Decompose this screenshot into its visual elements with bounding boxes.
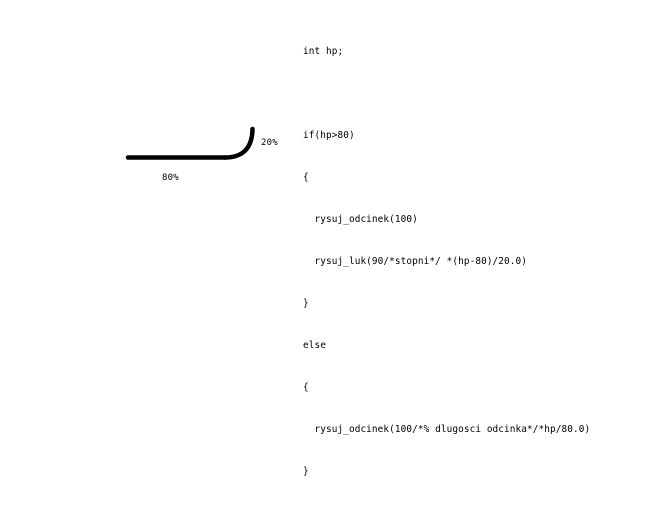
arc-share-label: 20% bbox=[261, 138, 278, 148]
line-share-label: 80% bbox=[162, 173, 179, 183]
code-line: if(hp>80) bbox=[303, 130, 355, 141]
diagram-canvas: 20% 80% int hp; if(hp>80) { rysuj_odcine… bbox=[0, 0, 656, 477]
code-line: } bbox=[303, 466, 309, 477]
code-line: { bbox=[303, 382, 309, 393]
code-line: int hp; bbox=[303, 46, 344, 57]
code-line: else bbox=[303, 340, 326, 351]
code-line: rysuj_odcinek(100) bbox=[303, 214, 418, 225]
code-snippet: int hp; if(hp>80) { rysuj_odcinek(100) r… bbox=[303, 17, 590, 507]
code-line: } bbox=[303, 298, 309, 309]
code-line: rysuj_luk(90/*stopni*/ *(hp-80)/20.0) bbox=[303, 256, 528, 267]
code-line: rysuj_odcinek(100/*% dlugosci odcinka*/*… bbox=[303, 424, 591, 435]
code-line: { bbox=[303, 172, 309, 183]
quarter-arc bbox=[222, 126, 255, 160]
